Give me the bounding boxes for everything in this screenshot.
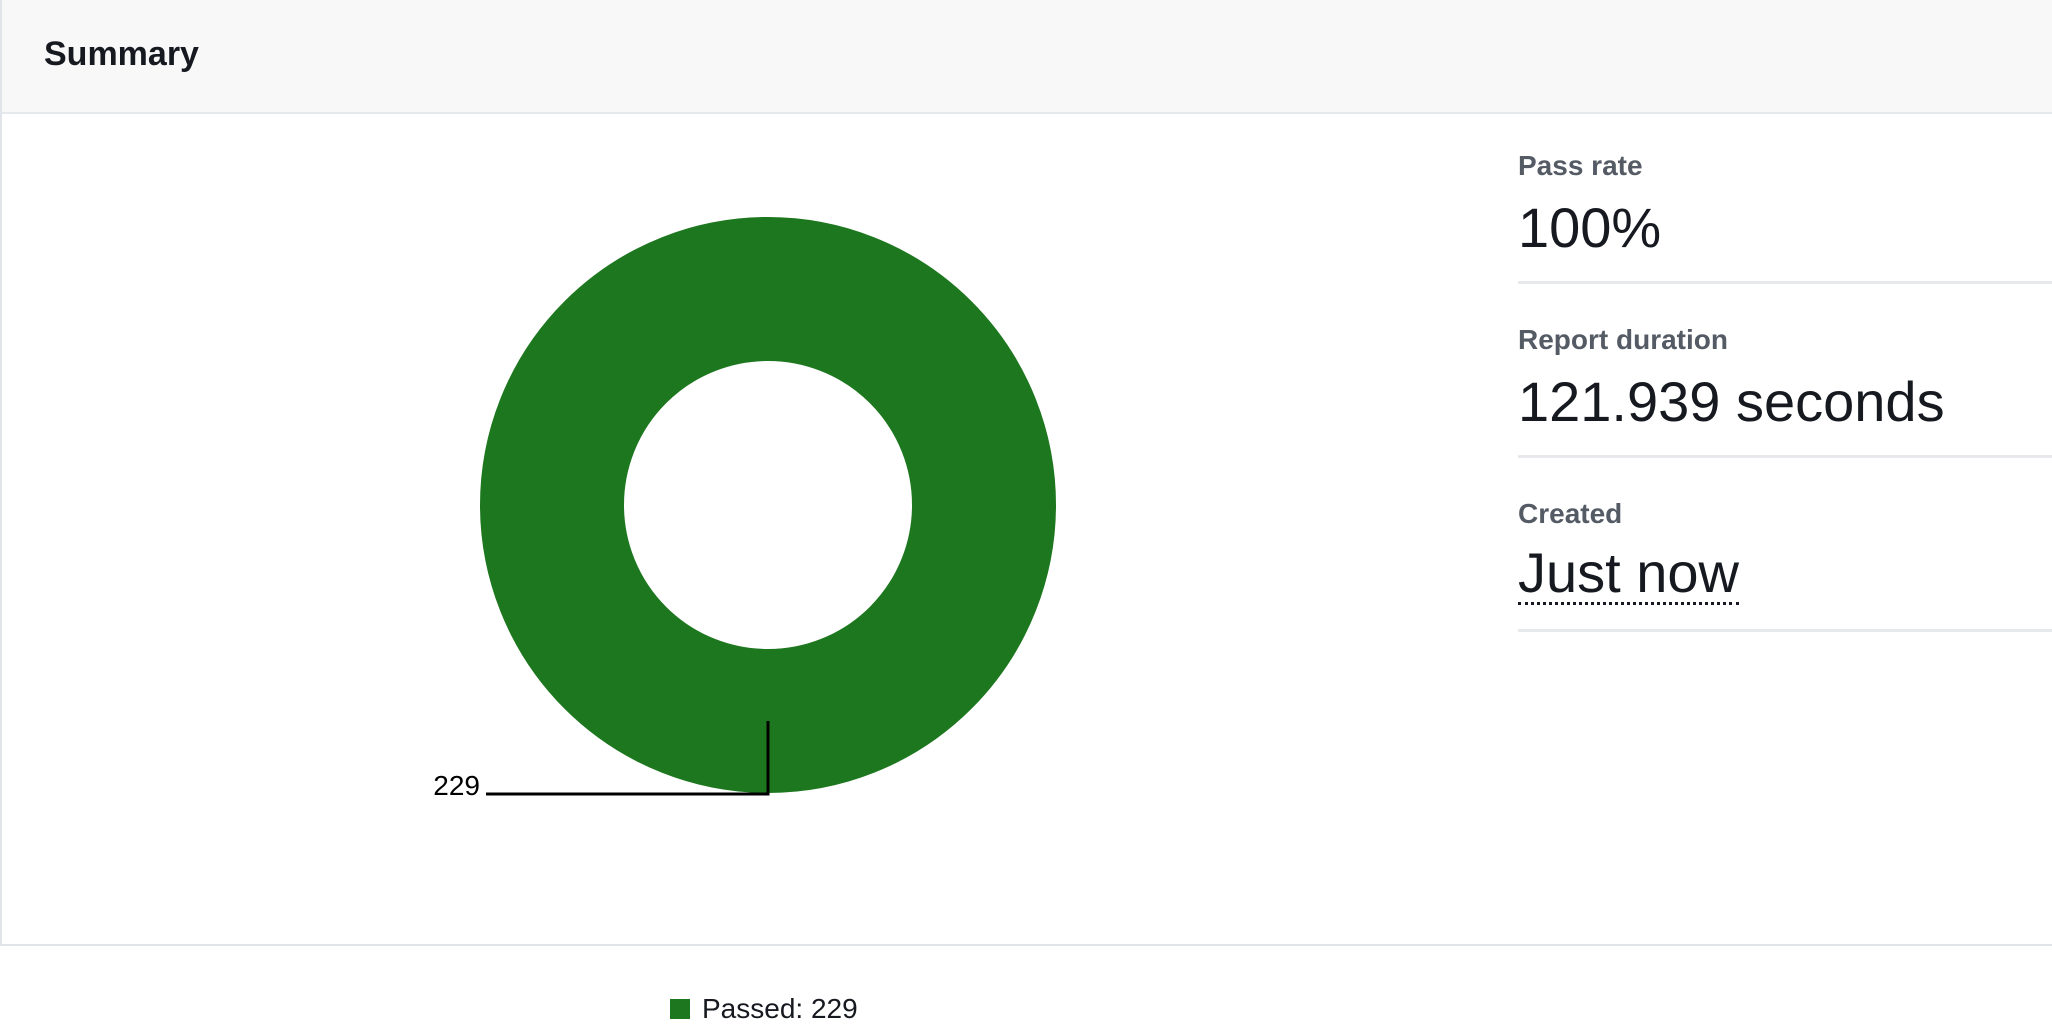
legend-label-passed: Passed: 229 — [702, 993, 858, 1024]
slice-value-label: 229 — [433, 770, 480, 801]
summary-header: Summary — [2, 0, 2052, 114]
created-value-link[interactable]: Just now — [1518, 544, 1739, 605]
report-duration-value: 121.939 seconds — [1518, 370, 1945, 433]
chart-legend: Passed: 229 — [670, 993, 858, 1025]
legend-swatch-passed — [670, 999, 690, 1019]
donut-chart-svg: 229 — [433, 217, 1056, 801]
summary-panel: Summary 229 Passed: 229 Pass rate 100% R… — [0, 0, 2052, 1024]
metric-report-duration: Report duration 121.939 seconds — [1518, 322, 2052, 458]
donut-slice-passed — [480, 217, 1056, 793]
pass-rate-label: Pass rate — [1518, 150, 1643, 181]
created-label: Created — [1518, 498, 1623, 529]
donut-chart: 229 Passed: 229 — [2, 116, 1482, 1024]
metric-created: Created Just now — [1518, 496, 2052, 632]
page-title: Summary — [44, 35, 199, 73]
report-duration-label: Report duration — [1518, 324, 1728, 355]
pass-rate-value: 100% — [1518, 196, 1662, 259]
metric-pass-rate: Pass rate 100% — [1518, 148, 2052, 284]
